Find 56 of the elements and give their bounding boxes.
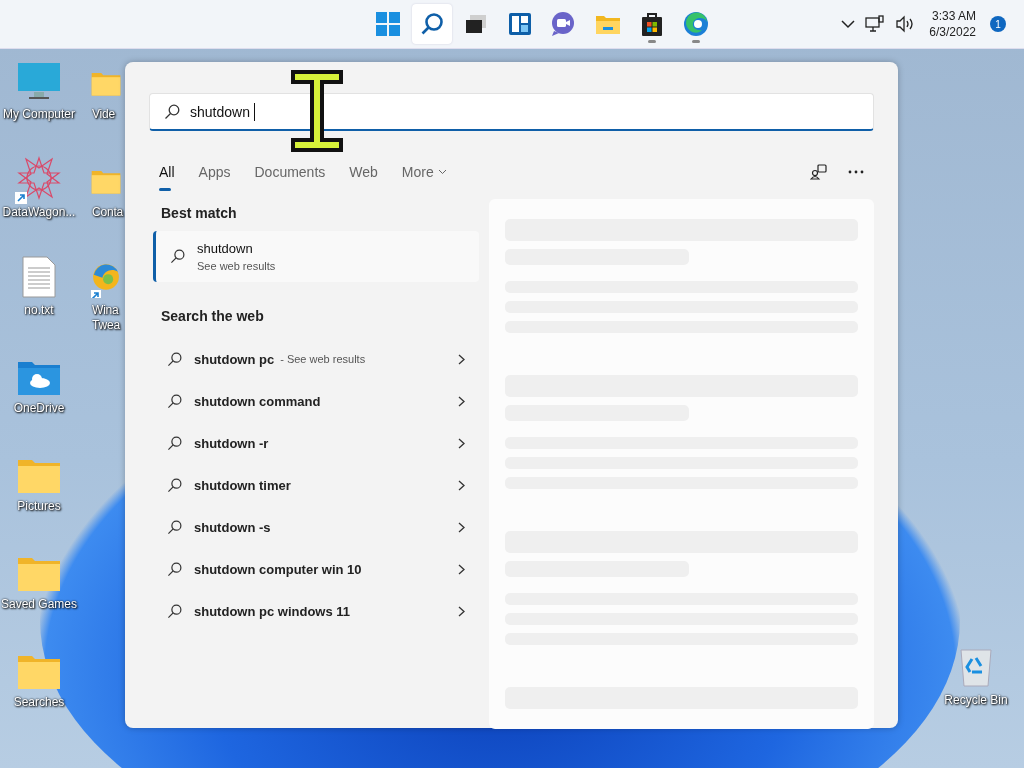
search-icon [167,561,182,577]
more-options-icon[interactable] [848,170,864,174]
web-suggestion-link[interactable]: shutdown pc windows 11 [194,603,350,619]
browser-swirl-icon [683,11,709,37]
search-icon [167,477,182,493]
people-icon[interactable] [810,163,828,181]
text-caret [253,102,255,121]
web-suggestion-link[interactable]: shutdown pc [194,351,275,367]
result-subtitle: See web results [197,260,276,272]
running-indicator [692,40,700,43]
filter-tab[interactable]: Apps [188,157,241,187]
folder-icon [595,13,621,35]
chevron-right-icon[interactable] [458,353,465,365]
search-icon [167,393,182,409]
search-icon [167,435,182,451]
search-icon [167,603,182,619]
search-icon [164,103,180,120]
filter-tab[interactable]: More [391,157,457,187]
clock-button[interactable]: 3:33 AM 6/3/2022 [925,8,980,40]
web-suggestion-link[interactable]: shutdown timer [194,477,291,493]
widgets-icon [508,12,532,36]
notification-badge[interactable]: 1 [990,16,1006,32]
text-cursor-icon [291,70,343,152]
chevron-right-icon[interactable] [458,521,465,533]
chevron-right-icon[interactable] [458,563,465,575]
chevron-right-icon[interactable] [458,605,465,617]
web-suggestion-link[interactable]: shutdown -s [194,519,271,535]
web-suggestion-link[interactable]: shutdown computer win 10 [194,561,362,577]
recycle-bin-icon[interactable] [959,648,993,688]
filter-tab[interactable]: Web [339,157,388,187]
shopping-bag-icon [641,11,663,37]
section-heading: Best match [161,205,238,221]
web-suggestion-link[interactable]: shutdown command [194,393,321,409]
speaker-icon[interactable] [895,15,916,33]
chevron-right-icon[interactable] [458,437,465,449]
web-suggestion-link[interactable]: shutdown -r [194,435,269,451]
chevron-right-icon[interactable] [458,479,465,491]
section-heading: Search the web [161,308,265,324]
video-chat-icon [551,12,577,36]
windows-logo-icon [376,12,400,36]
search-field[interactable]: shutdown [149,93,874,131]
task-view-icon [464,13,488,35]
search-icon [420,12,444,36]
chevron-down-icon [437,169,447,175]
result-title: shutdown [197,241,254,256]
chevron-up-icon[interactable] [841,19,856,29]
chevron-right-icon[interactable] [458,395,465,407]
filter-tab[interactable]: Documents [244,157,336,187]
web-suggestion-hint: - See web results [280,353,366,365]
search-icon [167,351,182,367]
running-indicator [648,40,656,43]
search-icon [170,249,185,264]
network-icon[interactable] [865,15,886,33]
search-button[interactable] [412,4,452,44]
search-icon [167,519,182,535]
best-match-item[interactable]: shutdown See web results [153,231,479,282]
